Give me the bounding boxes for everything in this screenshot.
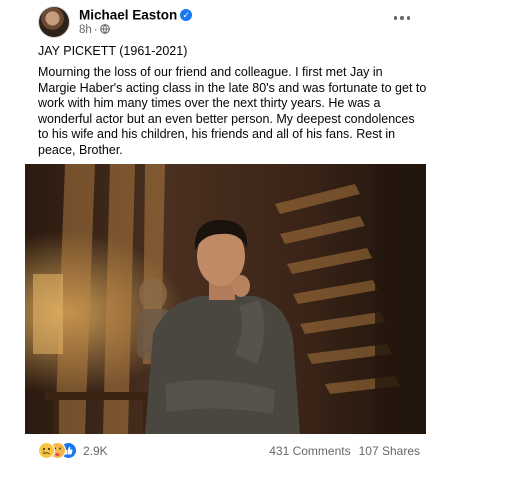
- post-body-line: to his wife and his children, his friend…: [38, 127, 396, 141]
- reaction-count[interactable]: 2.9K: [83, 444, 108, 458]
- post-title: JAY PICKETT (1961-2021): [38, 44, 188, 58]
- post-body-line: Mourning the loss of our friend and coll…: [38, 65, 383, 79]
- post-body-line: peace, Brother.: [38, 142, 123, 157]
- more-options-icon: [393, 16, 398, 20]
- reactions[interactable]: 2.9K: [38, 442, 108, 460]
- post-header: Michael Easton ✓ 8h ·: [38, 6, 418, 38]
- meta-separator: ·: [93, 24, 98, 36]
- post-time[interactable]: 8h: [79, 24, 92, 36]
- sad-reaction-icon: [38, 442, 55, 459]
- verified-badge-icon: ✓: [180, 8, 193, 21]
- author-name[interactable]: Michael Easton: [79, 7, 177, 22]
- post-body-line: Margie Haber's acting class in the late …: [38, 80, 427, 95]
- post-footer: 2.9K 431 Comments 107 Shares: [38, 442, 420, 460]
- post-stats: 431 Comments 107 Shares: [269, 444, 420, 458]
- post-body: Mourning the loss of our friend and coll…: [38, 65, 427, 158]
- globe-icon[interactable]: [99, 24, 110, 34]
- post-photo[interactable]: [25, 164, 426, 434]
- avatar[interactable]: [38, 6, 70, 38]
- post-meta: 8h ·: [79, 24, 110, 36]
- shares-count[interactable]: 107 Shares: [359, 444, 420, 458]
- post-body-line: wonderful actor but an even better perso…: [38, 111, 415, 126]
- comments-count[interactable]: 431 Comments: [269, 444, 350, 458]
- post-body-line: work with him many times over the next t…: [38, 96, 381, 110]
- author-row: Michael Easton ✓: [79, 6, 193, 22]
- more-options-icon-dot: [406, 16, 411, 20]
- more-options-icon-dot: [400, 16, 404, 20]
- more-options-button[interactable]: [391, 9, 413, 27]
